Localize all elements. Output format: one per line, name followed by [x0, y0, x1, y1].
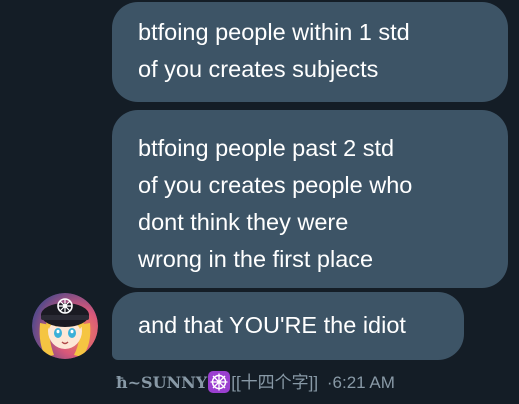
message-text-line: of you creates subjects: [138, 56, 379, 82]
message-timestamp: 6:21 AM: [332, 373, 395, 392]
message-bubble[interactable]: and that YOU'RE the idiot: [112, 292, 464, 360]
message-text-line: btfoing people past 2 std: [138, 135, 395, 161]
avatar[interactable]: [32, 293, 98, 359]
anime-avatar-icon: [32, 293, 98, 359]
sender-name-suffix: [[十四个字]]: [231, 373, 319, 392]
message-text-line: of you creates people who: [138, 172, 413, 198]
dharma-wheel-emoji-icon: [208, 371, 231, 393]
message-meta: ħ~SUNNY [[十四个字]] ·6:21 AM: [116, 371, 395, 395]
message-bubble[interactable]: btfoing people past 2 std of you creates…: [112, 110, 508, 288]
message-text-line: and that YOU'RE the idiot: [138, 312, 406, 338]
message-bubble[interactable]: btfoing people within 1 std of you creat…: [112, 2, 508, 102]
message-text-line: btfoing people within 1 std: [138, 19, 410, 45]
message-text-line: dont think they were: [138, 209, 349, 235]
sender-name[interactable]: ħ~SUNNY: [116, 373, 207, 392]
message-text-line: wrong in the first place: [138, 246, 374, 272]
